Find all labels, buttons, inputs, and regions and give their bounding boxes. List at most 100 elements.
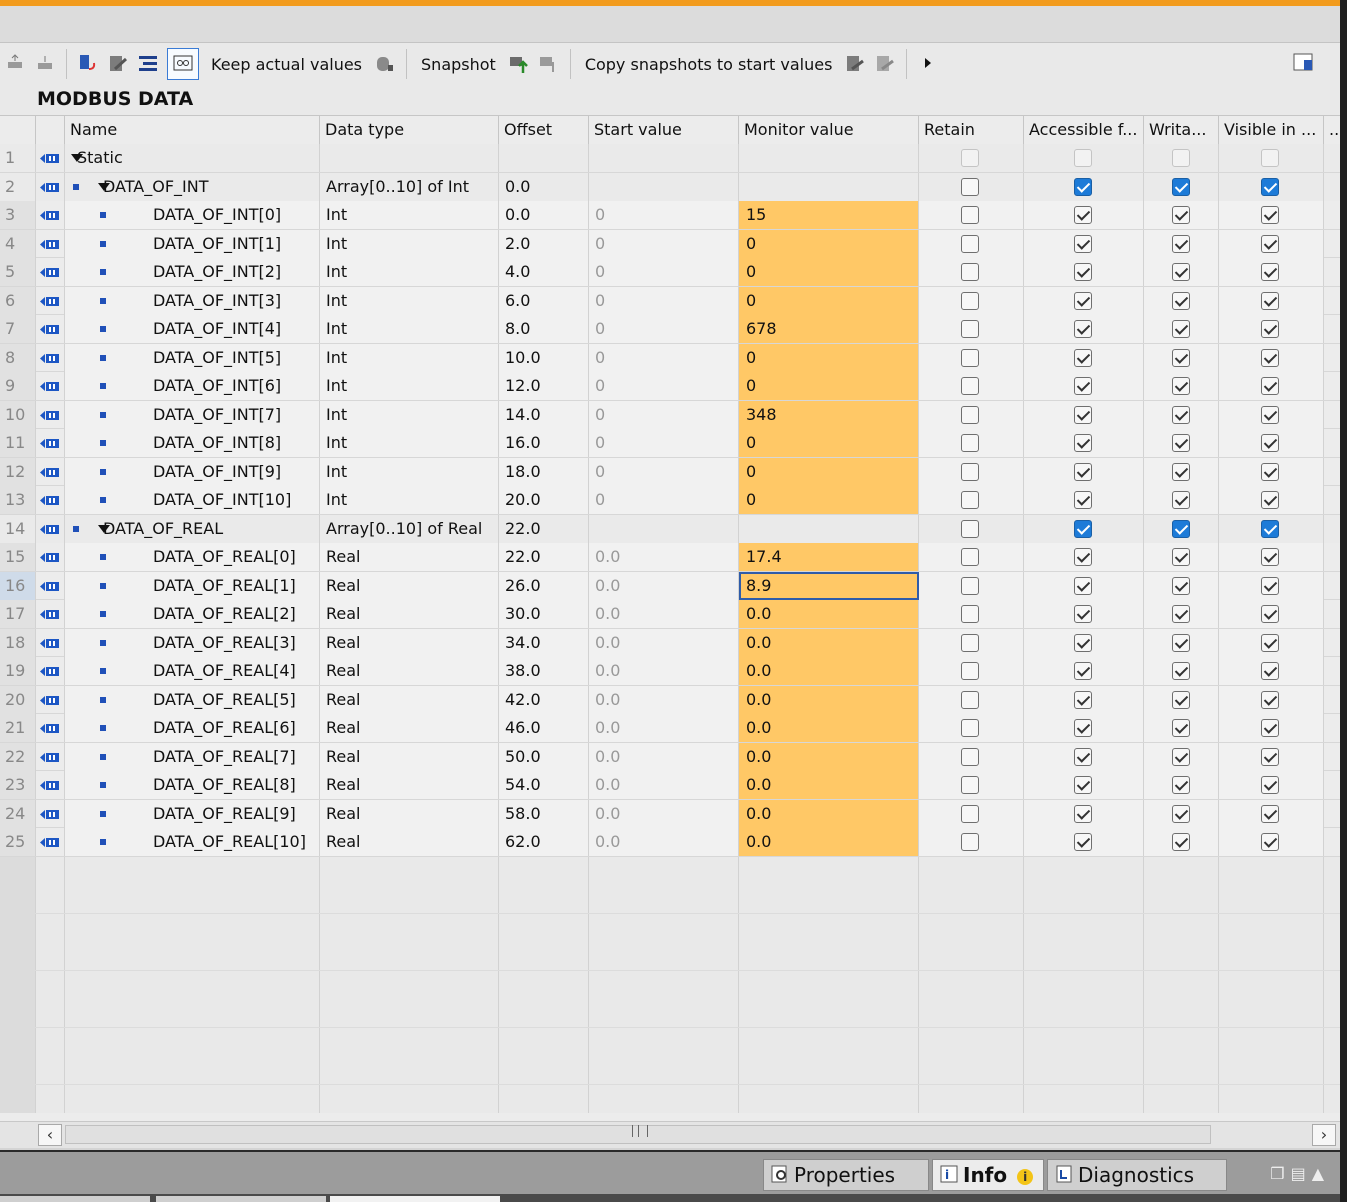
insert-row-icon[interactable] [4,53,26,75]
monitor-value-cell[interactable]: 17.4 [739,543,919,571]
monitor-value-cell[interactable]: 8.9 [739,571,919,600]
row-number[interactable]: 9 [0,372,36,400]
start-value-cell[interactable]: 0.0 [589,685,739,714]
row-number[interactable]: 14 [0,514,36,543]
reset-start-values-icon[interactable] [77,53,99,75]
data-type-cell[interactable]: Int [320,286,499,315]
name-cell[interactable]: DATA_OF_REAL[6] [65,714,320,742]
retain-checkbox[interactable] [961,462,979,481]
monitor-value-cell[interactable]: 0 [739,457,919,486]
toolbar-layout-icon[interactable] [1292,51,1314,73]
accessible-checkbox[interactable] [1074,690,1092,709]
visible-checkbox[interactable] [1261,206,1279,224]
row-number[interactable]: 6 [0,286,36,315]
copy-to-start-icon[interactable] [844,53,866,75]
start-value-cell[interactable]: 0.0 [589,714,739,742]
monitor-value-cell[interactable]: 0.0 [739,828,919,856]
table-row[interactable]: 14 DATA_OF_REAL Array[0..10] of Real 22.0 [0,514,1340,543]
name-cell[interactable]: DATA_OF_INT[3] [65,286,320,315]
start-value-cell[interactable]: 0.0 [589,657,739,685]
data-type-cell[interactable]: Real [320,600,499,628]
toolbar-overflow-icon[interactable] [917,53,939,75]
monitor-value-cell[interactable]: 0.0 [739,628,919,657]
retain-checkbox[interactable] [961,804,979,823]
writable-checkbox[interactable] [1172,548,1190,566]
writable-checkbox[interactable] [1172,291,1190,310]
row-number[interactable]: 25 [0,828,36,856]
taskbar-item[interactable] [330,1196,500,1202]
tab-diagnostics[interactable]: Diagnostics [1047,1159,1227,1191]
row-number[interactable]: 21 [0,714,36,742]
snapshot-label[interactable]: Snapshot [413,55,504,74]
writable-checkbox[interactable] [1172,804,1190,823]
table-row[interactable]: 24 DATA_OF_REAL[9] Real 58.0 0.0 0.0 [0,799,1340,828]
retain-checkbox[interactable] [961,177,979,196]
monitor-value-cell[interactable]: 0.0 [739,799,919,828]
row-number[interactable]: 4 [0,229,36,258]
name-cell[interactable]: DATA_OF_INT[9] [65,457,320,486]
header-monitor-value[interactable]: Monitor value [739,116,919,144]
horizontal-scrollbar[interactable]: ‹ › [0,1121,1340,1148]
name-cell[interactable]: DATA_OF_REAL[9] [65,799,320,828]
name-cell[interactable]: DATA_OF_INT[7] [65,400,320,429]
visible-checkbox[interactable] [1261,405,1279,424]
visible-checkbox[interactable] [1261,719,1279,737]
monitor-value-cell[interactable]: 0 [739,372,919,400]
visible-checkbox[interactable] [1261,462,1279,481]
visible-checkbox[interactable] [1261,434,1279,452]
accessible-checkbox[interactable] [1074,434,1092,452]
accessible-checkbox[interactable] [1074,548,1092,566]
data-type-cell[interactable]: Real [320,828,499,856]
accessible-checkbox[interactable] [1074,263,1092,281]
start-value-cell[interactable]: 0 [589,400,739,429]
writable-checkbox[interactable] [1172,633,1190,652]
name-cell[interactable]: DATA_OF_INT[1] [65,229,320,258]
name-cell[interactable]: DATA_OF_INT[10] [65,486,320,514]
accessible-checkbox[interactable] [1074,348,1092,367]
monitor-value-cell[interactable]: 0 [739,286,919,315]
header-start-value[interactable]: Start value [589,116,739,144]
copy-snapshot-icon[interactable] [538,53,560,75]
table-row[interactable]: 10 DATA_OF_INT[7] Int 14.0 0 348 [0,400,1340,429]
accessible-checkbox[interactable] [1074,462,1092,481]
accessible-checkbox[interactable] [1074,519,1092,538]
data-type-cell[interactable]: Real [320,571,499,600]
name-cell[interactable]: DATA_OF_REAL[2] [65,600,320,628]
data-type-cell[interactable]: Int [320,343,499,372]
row-number[interactable]: 5 [0,258,36,286]
table-row[interactable]: 11 DATA_OF_INT[8] Int 16.0 0 0 [0,429,1340,458]
row-number[interactable]: 24 [0,799,36,828]
add-row-icon[interactable] [34,53,56,75]
start-value-cell[interactable]: 0 [589,372,739,400]
name-cell[interactable]: Static [65,144,320,172]
start-value-cell[interactable]: 0 [589,429,739,457]
retain-checkbox[interactable] [961,234,979,253]
row-number[interactable]: 22 [0,742,36,771]
start-value-cell[interactable]: 0.0 [589,543,739,571]
name-cell[interactable]: DATA_OF_REAL[5] [65,685,320,714]
table-row[interactable]: 8 DATA_OF_INT[5] Int 10.0 0 0 [0,343,1340,372]
taskbar-item[interactable] [156,1196,326,1202]
empty-row[interactable] [0,885,1340,914]
writable-checkbox[interactable] [1172,491,1190,509]
start-value-cell[interactable]: 0 [589,229,739,258]
visible-checkbox[interactable] [1261,149,1279,167]
retain-checkbox[interactable] [961,405,979,424]
row-number[interactable]: 11 [0,429,36,457]
start-value-cell[interactable] [589,514,739,543]
visible-checkbox[interactable] [1261,491,1279,509]
data-type-cell[interactable]: Array[0..10] of Int [320,172,499,201]
name-cell[interactable]: DATA_OF_REAL[1] [65,571,320,600]
retain-checkbox[interactable] [961,747,979,766]
data-type-cell[interactable]: Real [320,685,499,714]
writable-checkbox[interactable] [1172,519,1190,538]
header-accessible[interactable]: Accessible f... [1024,116,1144,144]
monitor-value-cell[interactable]: 0.0 [739,742,919,771]
accessible-checkbox[interactable] [1074,804,1092,823]
retain-checkbox[interactable] [961,149,979,167]
accessible-checkbox[interactable] [1074,719,1092,737]
table-row[interactable]: 5 DATA_OF_INT[2] Int 4.0 0 0 [0,258,1340,287]
empty-row[interactable] [0,1084,1340,1113]
start-value-cell[interactable]: 0.0 [589,828,739,856]
name-cell[interactable]: DATA_OF_REAL[10] [65,828,320,856]
